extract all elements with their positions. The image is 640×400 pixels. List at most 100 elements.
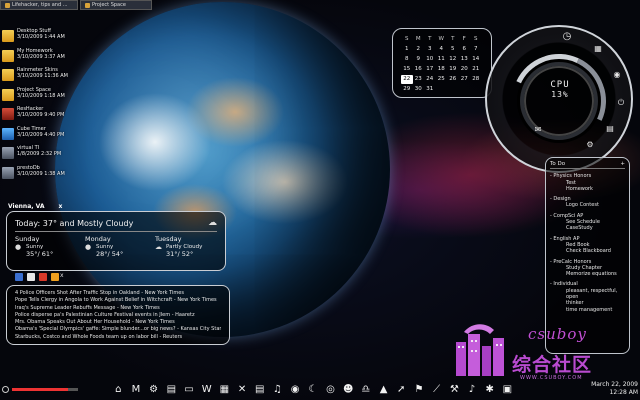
power-icon[interactable]: ⏻ <box>616 98 626 108</box>
calendar-day[interactable]: 11 <box>436 55 448 64</box>
news-headline[interactable]: Obama's 'Special Olympics' gaffe: Simple… <box>15 326 221 333</box>
calendar-day[interactable]: 17 <box>424 65 436 74</box>
globe-icon[interactable]: ◉ <box>612 70 622 80</box>
calendar-day[interactable]: 8 <box>401 55 413 64</box>
system-tray-left <box>2 386 78 393</box>
calendar-day[interactable]: 7 <box>470 45 482 54</box>
calendar-day[interactable]: 10 <box>424 55 436 64</box>
volume-bar[interactable] <box>12 388 78 391</box>
tab-lifehacker[interactable]: Lifehacker, tips and ... <box>0 0 78 10</box>
dock-gear2-icon[interactable]: ✱ <box>481 382 498 398</box>
power-icon[interactable] <box>2 386 9 393</box>
dock-X-icon[interactable]: ✕ <box>234 382 251 398</box>
todo-add-button[interactable]: + <box>620 161 625 167</box>
calendar-day[interactable]: 29 <box>401 85 413 94</box>
calendar-day[interactable]: 4 <box>436 45 448 54</box>
calendar-day[interactable]: 30 <box>413 85 425 94</box>
desktop-icon-cube-timer[interactable]: Cube Timer 3/10/2009 4:40 PM <box>2 126 72 145</box>
calendar-day[interactable]: 28 <box>470 75 482 84</box>
calendar-day[interactable]: 19 <box>447 65 459 74</box>
news-headline[interactable]: Pope Tells Clergy in Angola to Work Agai… <box>15 297 221 304</box>
dock-gear-icon[interactable]: ⚙ <box>145 382 162 398</box>
news-headline[interactable]: 4 Police Officers Shot After Traffic Sto… <box>15 290 221 297</box>
calendar-day[interactable]: 21 <box>470 65 482 74</box>
calendar-day[interactable]: 5 <box>447 45 459 54</box>
dock-M-icon[interactable]: M <box>128 382 145 398</box>
mail-icon[interactable]: ✉ <box>533 125 543 135</box>
desktop-icon-virtual-ti[interactable]: virtual TI 1/8/2009 2:32 PM <box>2 145 72 164</box>
calendar-day[interactable]: 3 <box>424 45 436 54</box>
dock-music-note-icon[interactable]: ♪ <box>464 382 481 398</box>
dock-folder-icon[interactable]: ▭ <box>181 382 198 398</box>
calendar-day[interactable]: 24 <box>424 75 436 84</box>
todo-item[interactable]: CaseStudy <box>550 225 625 231</box>
calendar-day[interactable]: 16 <box>413 65 425 74</box>
calendar-day[interactable]: 22 <box>401 75 413 84</box>
nytimes-icon[interactable] <box>27 273 35 281</box>
weather-close-button[interactable]: x <box>59 203 63 210</box>
todo-item[interactable]: Logo Contest <box>550 202 625 208</box>
desktop-icon-prestodb[interactable]: prestoDb 3/10/2009 1:38 AM <box>2 165 72 184</box>
dock-music-icon[interactable]: ♫ <box>269 382 286 398</box>
calendar-day[interactable]: 6 <box>459 45 471 54</box>
document-icon[interactable]: ▦ <box>593 44 603 54</box>
dock-chrome-icon[interactable]: ◎ <box>322 382 339 398</box>
calendar-day[interactable]: 25 <box>436 75 448 84</box>
settings-icon[interactable]: ⚙ <box>585 140 595 150</box>
dock-doc-icon[interactable]: ▤ <box>252 382 269 398</box>
todo-item[interactable]: Check Blackboard <box>550 248 625 254</box>
watermark-url: WWW.CSUBOY.COM <box>520 375 583 381</box>
calendar-day[interactable]: 26 <box>447 75 459 84</box>
todo-item[interactable]: Homework <box>550 186 625 192</box>
dock-headphones-icon[interactable]: ♎ <box>358 382 375 398</box>
weather-location: Vienna, VA <box>8 203 45 210</box>
cnn-icon[interactable] <box>39 273 47 281</box>
calendar-day[interactable]: 13 <box>459 55 471 64</box>
news-headline[interactable]: Starbucks, Costco and Whole Foods team u… <box>15 334 221 341</box>
dock-moon-icon[interactable]: ☾ <box>305 382 322 398</box>
calendar-day[interactable]: 14 <box>470 55 482 64</box>
news-headline[interactable]: Mrs. Obama Speaks Out About Her Househol… <box>15 319 221 326</box>
dock-calc-icon[interactable]: ▦ <box>216 382 233 398</box>
calendar-day[interactable]: 9 <box>413 55 425 64</box>
rss-icon[interactable] <box>51 273 59 281</box>
calendar-day[interactable]: 20 <box>459 65 471 74</box>
dock-cone-icon[interactable]: ▲ <box>375 382 392 398</box>
desktop-icon-desktop-stuff[interactable]: Desktop Stuff 3/10/2009 1:44 AM <box>2 28 72 47</box>
calendar-day[interactable]: 18 <box>436 65 448 74</box>
desktop-icon-reshacker[interactable]: ResHacker 3/10/2009 9:40 PM <box>2 106 72 125</box>
todo-group: - PreCalc Honors Study Chapter Memorize eq… <box>550 259 625 278</box>
todo-item[interactable]: time management <box>550 307 625 313</box>
google-news-icon[interactable] <box>15 273 23 281</box>
calendar-day[interactable]: 12 <box>447 55 459 64</box>
news-headline[interactable]: Police disperse pa's Palestinian Culture… <box>15 312 221 319</box>
desktop-icon-rainmeter-skins[interactable]: Rainmeter Skins 3/10/2009 11:36 AM <box>2 67 72 86</box>
dock-knife-icon[interactable]: ⟋ <box>428 382 445 398</box>
calendar-day[interactable]: 15 <box>401 65 413 74</box>
dock-film-icon[interactable]: ▤ <box>163 382 180 398</box>
dock-cat-icon[interactable]: ☻ <box>340 382 357 398</box>
dock-folder2-icon[interactable]: ▣ <box>499 382 516 398</box>
dock-tool-icon[interactable]: ⚒ <box>446 382 463 398</box>
tab-project-space[interactable]: Project Space <box>80 0 152 10</box>
todo-item[interactable]: pleasant, respectful, open <box>550 288 625 301</box>
dock-firefox-icon[interactable]: ◉ <box>287 382 304 398</box>
dock-flag-icon[interactable]: ⚑ <box>411 382 428 398</box>
news-headline[interactable]: Iraq's Supreme Leader Rebuffs Message - … <box>15 305 221 312</box>
clock-icon[interactable]: ◷ <box>562 32 572 42</box>
calendar-day[interactable]: 31 <box>424 85 436 94</box>
calendar-day[interactable]: 27 <box>459 75 471 84</box>
dock-cursor-icon[interactable]: ➚ <box>393 382 410 398</box>
calendar-day[interactable]: 23 <box>413 75 425 84</box>
desktop-icons: Desktop Stuff 3/10/2009 1:44 AM My Homewo… <box>2 28 72 184</box>
desktop-icon-project-space[interactable]: Project Space 3/10/2009 1:18 AM <box>2 87 72 106</box>
dock-home-icon[interactable]: ⌂ <box>110 382 127 398</box>
calendar-day[interactable]: 2 <box>413 45 425 54</box>
todo-item[interactable]: Memorize equations <box>550 271 625 277</box>
calendar-day[interactable]: 1 <box>401 45 413 54</box>
news-close-button[interactable]: x <box>60 272 64 279</box>
network-icon[interactable]: ▤ <box>605 124 615 134</box>
desktop-icon-my-homework[interactable]: My Homework 3/10/2009 3:37 AM <box>2 48 72 67</box>
dock-W-icon[interactable]: W <box>198 382 215 398</box>
browser-icon <box>5 2 10 8</box>
